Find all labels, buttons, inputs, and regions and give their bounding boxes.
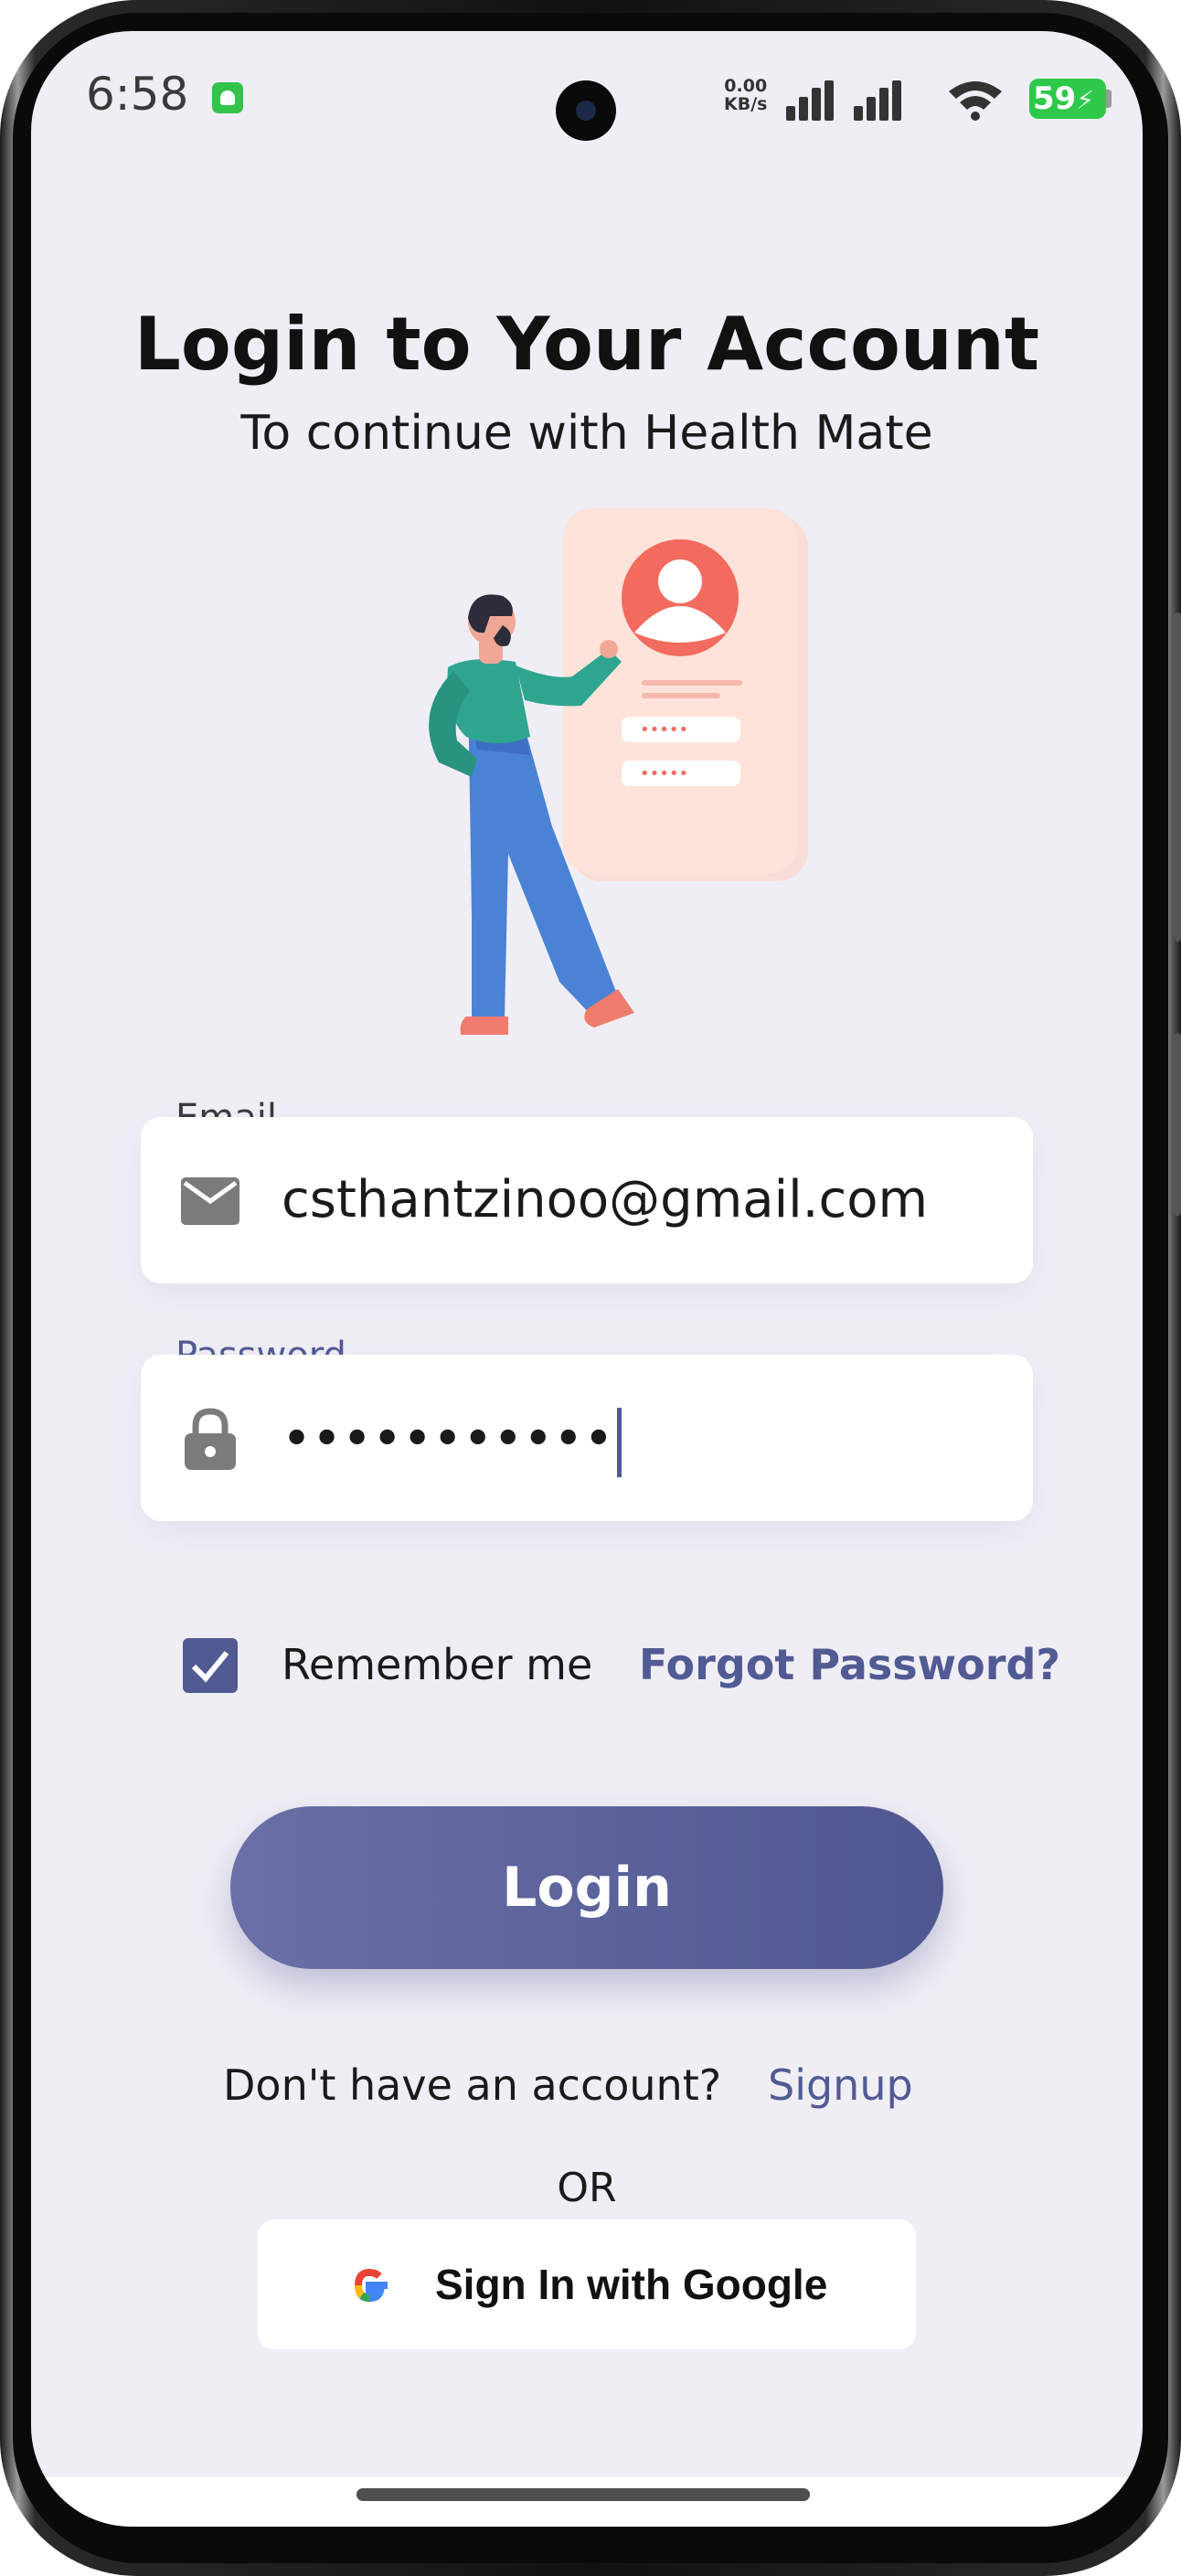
email-field[interactable]: csthantzinoo@gmail.com <box>141 1117 1033 1283</box>
volume-button <box>1174 612 1181 942</box>
email-value: csthantzinoo@gmail.com <box>282 1170 929 1229</box>
login-button[interactable]: Login <box>230 1806 943 1969</box>
battery-level: 59 <box>1033 80 1077 117</box>
forgot-password-link[interactable]: Forgot Password? <box>639 1640 1060 1689</box>
battery-icon: 59⚡ <box>1029 79 1106 119</box>
remember-checkbox[interactable] <box>183 1638 238 1693</box>
cell-signal-2-icon <box>854 80 909 121</box>
google-signin-button[interactable]: Sign In with Google <box>258 2219 916 2349</box>
power-button <box>1174 1033 1181 1216</box>
google-signin-label: Sign In with Google <box>435 2261 828 2308</box>
screen: 6:58 0.00 KB/s 59⚡ Login to Your Account… <box>31 31 1143 2527</box>
battery-cap <box>1106 90 1112 108</box>
front-camera <box>556 80 616 141</box>
google-icon <box>355 2269 388 2303</box>
password-field[interactable]: ••••••••••• <box>141 1355 1033 1521</box>
page-title: Login to Your Account <box>133 302 1040 387</box>
text-caret <box>617 1408 622 1477</box>
svg-text:•••••: ••••• <box>640 764 688 783</box>
page-subtitle: To continue with Health Mate <box>240 406 933 461</box>
no-account-text: Don't have an account? <box>223 2060 722 2110</box>
network-speed-value: 0.00 <box>724 76 768 96</box>
or-divider: OR <box>557 2165 617 2211</box>
phone-frame: 6:58 0.00 KB/s 59⚡ Login to Your Account… <box>0 0 1181 2576</box>
status-time: 6:58 <box>86 68 189 121</box>
network-speed: 0.00 KB/s <box>724 77 767 113</box>
home-indicator[interactable] <box>356 2488 810 2501</box>
network-speed-unit: KB/s <box>724 94 768 114</box>
lock-icon <box>185 1408 236 1470</box>
login-illustration: ••••• ••••• <box>429 508 808 1035</box>
checkmark-icon <box>191 1651 229 1683</box>
navigation-area <box>31 2477 1143 2527</box>
wifi-icon <box>949 81 1002 121</box>
password-dots: ••••••••••• <box>282 1410 614 1470</box>
cell-signal-icon <box>786 80 841 121</box>
remember-label[interactable]: Remember me <box>282 1640 592 1689</box>
mail-icon <box>181 1177 239 1225</box>
android-notification-icon <box>212 82 243 113</box>
svg-text:•••••: ••••• <box>640 720 688 740</box>
signup-link[interactable]: Signup <box>768 2060 913 2110</box>
password-value: ••••••••••• <box>282 1408 622 1477</box>
